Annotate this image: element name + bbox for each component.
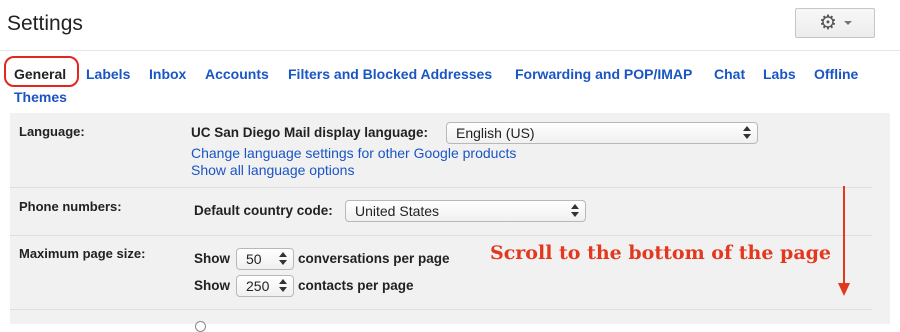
tab-labels[interactable]: Labels: [86, 66, 130, 82]
tab-filters[interactable]: Filters and Blocked Addresses: [288, 66, 492, 82]
settings-panel: Language: UC San Diego Mail display lang…: [10, 113, 890, 324]
select-arrows-icon: [279, 279, 287, 293]
highlight-circle: [4, 56, 79, 87]
show-label: Show: [194, 251, 230, 266]
tab-offline[interactable]: Offline: [814, 66, 858, 82]
display-language-label: UC San Diego Mail display language:: [191, 125, 429, 140]
max-page-size-label: Maximum page size:: [19, 246, 146, 261]
conversations-per-page-select[interactable]: 50: [236, 248, 294, 270]
country-code-select[interactable]: United States: [345, 200, 586, 222]
select-arrows-icon: [279, 252, 287, 266]
conversations-per-page-label: conversations per page: [298, 251, 450, 266]
divider: [10, 309, 872, 310]
display-language-select[interactable]: English (US): [446, 122, 758, 144]
phone-numbers-label: Phone numbers:: [19, 199, 122, 214]
contacts-per-page-select[interactable]: 250: [236, 275, 294, 297]
tab-accounts[interactable]: Accounts: [205, 66, 269, 82]
show-label: Show: [194, 278, 230, 293]
tab-chat[interactable]: Chat: [714, 66, 745, 82]
select-arrows-icon: [743, 126, 751, 140]
radio-button[interactable]: [195, 321, 206, 332]
tab-labs[interactable]: Labs: [763, 66, 796, 82]
arrow-head-icon: [838, 283, 850, 296]
tab-themes[interactable]: Themes: [14, 89, 67, 105]
down-arrow-icon: [843, 186, 845, 284]
scroll-instruction-annotation: Scroll to the bottom of the page: [490, 242, 832, 264]
divider: [10, 187, 872, 188]
show-all-languages-link[interactable]: Show all language options: [191, 162, 354, 178]
country-code-label: Default country code:: [194, 203, 333, 218]
settings-header: Settings ⚙: [0, 0, 900, 51]
chevron-down-icon: [844, 21, 852, 25]
language-label: Language:: [19, 124, 85, 139]
select-arrows-icon: [571, 204, 579, 218]
tab-forwarding[interactable]: Forwarding and POP/IMAP: [515, 66, 692, 82]
settings-menu-button[interactable]: ⚙: [795, 8, 875, 38]
contacts-per-page-label: contacts per page: [298, 278, 414, 293]
divider: [10, 235, 872, 236]
gear-icon: ⚙: [819, 12, 837, 34]
change-language-link[interactable]: Change language settings for other Googl…: [191, 145, 516, 161]
page-title: Settings: [7, 12, 83, 35]
tab-inbox[interactable]: Inbox: [149, 66, 186, 82]
